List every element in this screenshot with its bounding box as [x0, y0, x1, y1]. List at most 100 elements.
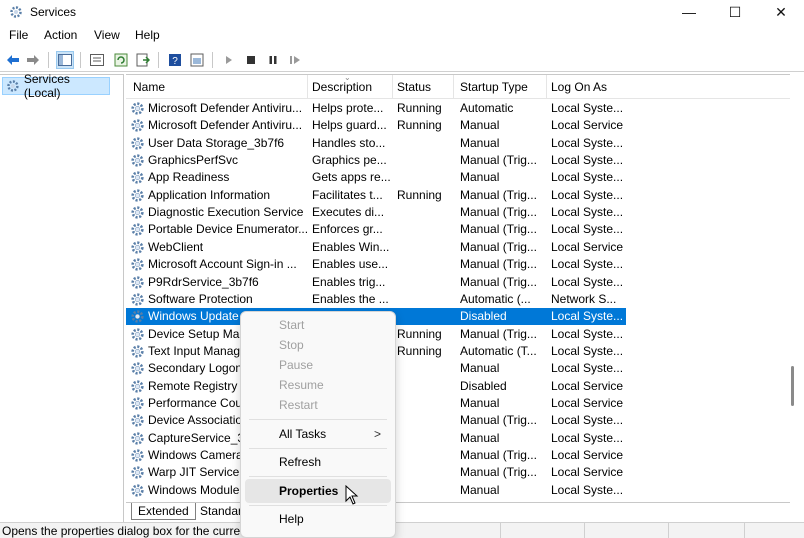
menu-item-refresh[interactable]: Refresh [245, 450, 391, 474]
gear-icon [130, 222, 145, 237]
services-list: Name Description ⌄ Status Startup Type L… [126, 74, 790, 502]
gear-icon [130, 483, 145, 498]
service-startup-type: Manual (Trig... [460, 153, 537, 168]
service-name: Software Protection [148, 291, 253, 306]
service-name: Microsoft Account Sign-in ... [148, 257, 297, 272]
export-list-button[interactable] [134, 51, 152, 69]
service-status [397, 135, 453, 152]
mouse-cursor-icon [345, 485, 359, 505]
service-startup-type: Manual (Trig... [460, 413, 537, 428]
column-header-log-on-as[interactable]: Log On As [548, 75, 626, 99]
forward-button[interactable] [24, 51, 42, 69]
service-name: Microsoft Defender Antiviru... [148, 118, 303, 133]
service-startup-type: Manual (Trig... [460, 465, 537, 480]
menu-item-properties[interactable]: Properties [245, 479, 391, 503]
menu-view[interactable]: View [94, 28, 120, 42]
maximize-button[interactable]: ☐ [712, 0, 758, 24]
column-header-description[interactable]: Description [309, 75, 393, 99]
service-name: GraphicsPerfSvc [148, 153, 239, 168]
status-divider [500, 523, 501, 538]
service-startup-type: Manual [460, 482, 500, 497]
status-divider [668, 523, 669, 538]
view-tool-button[interactable] [188, 51, 206, 69]
service-description: Facilitates t... [312, 187, 383, 202]
show-hide-tree-icon [58, 54, 72, 66]
column-header-status[interactable]: Status [394, 75, 454, 99]
table-row[interactable]: User Data Storage_3b7f6 Handles sto... Man… [126, 135, 626, 152]
tree-item-services-local[interactable]: Services (Local) [2, 72, 110, 100]
refresh-tool-button[interactable] [112, 51, 130, 69]
restart-service-button[interactable] [286, 51, 304, 69]
toolbar-separator [48, 52, 49, 68]
show-hide-tree-button[interactable] [56, 51, 74, 69]
minimize-button[interactable]: — [666, 0, 712, 24]
service-status [397, 256, 453, 273]
tree-item-label: Services (Local) [23, 72, 70, 100]
table-row[interactable]: Portable Device Enumerator... Enforces gr… [126, 221, 626, 238]
status-bar: Opens the properties dialog box for the … [0, 522, 804, 538]
service-startup-type: Manual [460, 430, 500, 445]
menu-file[interactable]: File [9, 28, 28, 42]
stop-service-button[interactable] [242, 51, 260, 69]
forward-arrow-icon [27, 55, 39, 65]
gear-icon [130, 257, 145, 272]
vertical-scrollbar[interactable] [790, 74, 804, 522]
service-log-on-as: Local Syste... [551, 343, 624, 358]
services-app-icon [10, 6, 22, 18]
pause-icon [269, 56, 277, 64]
service-log-on-as: Local Service [551, 378, 624, 393]
gear-icon [130, 361, 145, 376]
table-row[interactable]: Microsoft Account Sign-in ... Enables use… [126, 256, 626, 273]
help-tool-button[interactable]: ? [166, 51, 184, 69]
table-row[interactable]: App Readiness Gets apps re... Manual Local … [126, 169, 626, 186]
service-description: Enables use... [312, 257, 389, 272]
close-button[interactable]: ✕ [758, 0, 804, 24]
table-row[interactable]: Software Protection Enables the ... Automa… [126, 291, 626, 308]
menu-action[interactable]: Action [44, 28, 77, 42]
sort-indicator-icon: ⌄ [344, 74, 351, 82]
service-startup-type: Automatic [460, 101, 514, 115]
toolbar-separator [80, 52, 81, 68]
service-description: Enables Win... [312, 239, 390, 254]
back-button[interactable] [4, 51, 22, 69]
service-log-on-as: Local Syste... [551, 309, 624, 324]
service-status [397, 291, 453, 308]
menu-item-all-tasks[interactable]: All Tasks > [245, 422, 391, 446]
service-startup-type: Disabled [460, 378, 507, 393]
service-log-on-as: Local Syste... [551, 135, 624, 150]
service-startup-type: Manual (Trig... [460, 326, 537, 341]
table-row[interactable]: Microsoft Defender Antiviru... Helps guar… [126, 117, 626, 134]
table-row[interactable]: Diagnostic Execution Service Executes di.… [126, 204, 626, 221]
table-row[interactable]: GraphicsPerfSvc Graphics pe... Manual (Tri… [126, 152, 626, 169]
column-header-name[interactable]: Name [130, 75, 308, 99]
menu-item-help[interactable]: Help [245, 507, 391, 531]
service-name: Microsoft Defender Antiviru... [148, 101, 303, 115]
properties-icon [90, 54, 104, 66]
tab-extended[interactable]: Extended [131, 503, 196, 520]
service-name: Diagnostic Execution Service [148, 205, 304, 220]
service-log-on-as: Local Syste... [551, 257, 624, 272]
menu-help[interactable]: Help [135, 28, 160, 42]
service-log-on-as: Local Service [551, 239, 624, 254]
scrollbar-thumb[interactable] [791, 366, 794, 406]
gear-icon [130, 327, 145, 342]
service-description: Enables the ... [312, 291, 389, 306]
pause-service-button[interactable] [264, 51, 282, 69]
start-service-button[interactable] [220, 51, 238, 69]
service-startup-type: Manual [460, 135, 500, 150]
service-status [397, 239, 453, 256]
menu-item-restart[interactable]: Restart [245, 393, 391, 417]
title-bar: Services — ☐ ✕ [0, 0, 804, 24]
service-log-on-as: Local Syste... [551, 482, 624, 497]
table-row[interactable]: Application Information Facilitates t... R… [126, 187, 626, 204]
service-status [397, 395, 453, 412]
menu-item-all-tasks-label: All Tasks [279, 427, 327, 441]
column-header-startup-type[interactable]: Startup Type [457, 75, 547, 99]
table-row[interactable]: WebClient Enables Win... Manual (Trig... Lo… [126, 239, 626, 256]
table-row[interactable]: Microsoft Defender Antiviru... Helps prot… [126, 100, 626, 117]
table-row[interactable]: P9RdrService_3b7f6 Enables trig... Manual … [126, 274, 626, 291]
service-log-on-as: Local Syste... [551, 101, 624, 115]
gear-icon [130, 205, 145, 220]
properties-tool-button[interactable] [88, 51, 106, 69]
service-startup-type: Manual [460, 395, 500, 410]
